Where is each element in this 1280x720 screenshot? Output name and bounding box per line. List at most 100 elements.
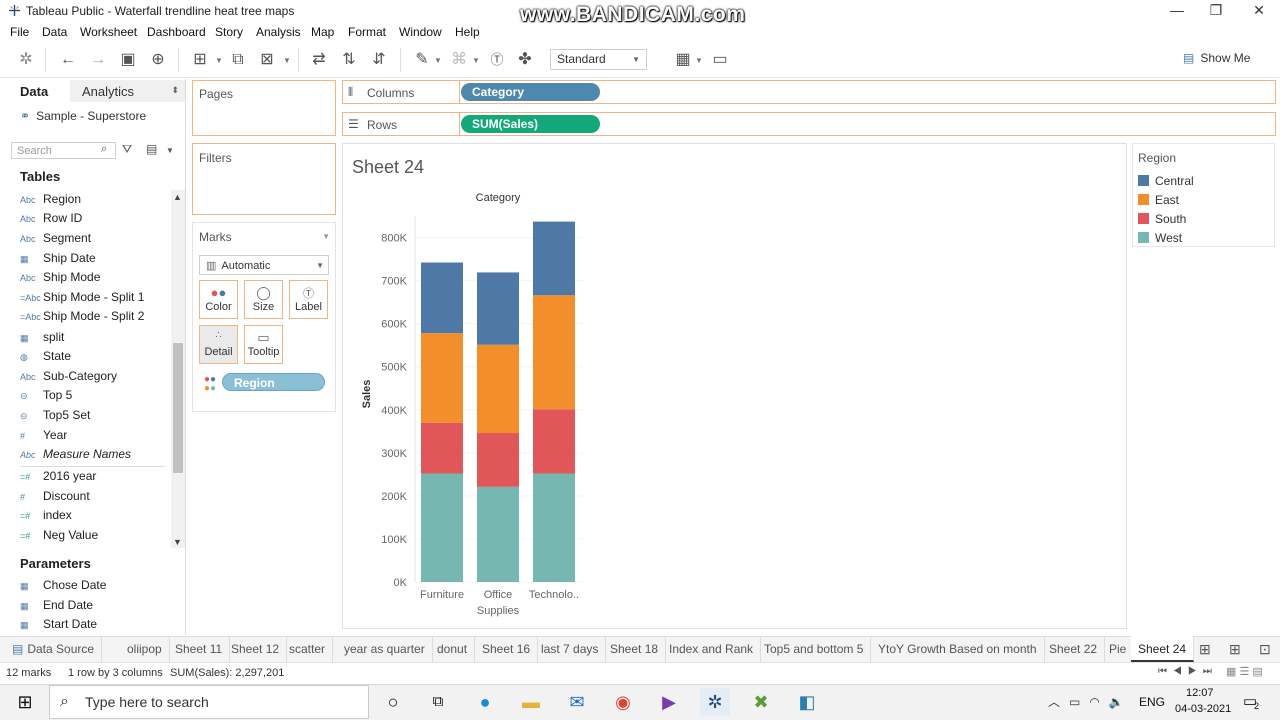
chevron-down-icon[interactable]: ▼ xyxy=(322,232,330,241)
close-button[interactable]: ✕ xyxy=(1244,2,1274,20)
presentation-mode-icon[interactable]: ▦ xyxy=(672,50,694,70)
field-item[interactable]: =# Neg Value xyxy=(20,528,98,547)
show-me-button[interactable]: ▤ Show Me xyxy=(1183,51,1250,65)
maximize-button[interactable]: ❐ xyxy=(1201,2,1231,20)
pages-shelf[interactable]: Pages xyxy=(192,80,336,136)
menu-analysis[interactable]: Analysis xyxy=(256,25,301,39)
field-item[interactable]: Abc Ship Mode xyxy=(20,270,100,289)
tab-year-as-quarter[interactable]: year as quarter xyxy=(337,636,433,662)
bar-segment-central[interactable] xyxy=(477,272,519,345)
menu-format[interactable]: Format xyxy=(348,25,386,39)
fit-dropdown[interactable]: Standard ▼ xyxy=(550,49,647,70)
chevron-down-icon[interactable]: ▼ xyxy=(695,56,703,65)
region-pill[interactable]: Region xyxy=(222,373,325,391)
legend-item-central[interactable]: Central xyxy=(1138,174,1194,192)
label-button[interactable]: Ⓣ Label xyxy=(289,280,328,319)
edge-icon[interactable]: ● xyxy=(470,688,500,716)
field-item[interactable]: # Year xyxy=(20,428,67,447)
bar-segment-east[interactable] xyxy=(421,333,463,423)
field-item[interactable]: # Discount xyxy=(20,489,90,508)
tab-index-and-rank[interactable]: Index and Rank xyxy=(662,636,762,662)
field-item[interactable]: Abc Region xyxy=(20,192,81,211)
tab-top5-and-bottom-5[interactable]: Top5 and bottom 5 xyxy=(757,636,872,662)
parameter-item[interactable]: ▦ Start Date xyxy=(20,617,97,636)
view-options-icon[interactable]: ▤ xyxy=(146,142,157,156)
windows-start-icon[interactable]: ⊞ xyxy=(10,688,40,716)
swap-rows-columns-icon[interactable]: ⇄ xyxy=(308,50,330,70)
detail-button[interactable]: ∴ Detail xyxy=(199,325,238,364)
bar-segment-south[interactable] xyxy=(421,422,463,474)
tableau-home-icon[interactable]: ✲ xyxy=(15,50,37,70)
field-item[interactable]: =# index xyxy=(20,508,72,527)
tab-ytoy-growth[interactable]: YtoY Growth Based on month xyxy=(871,636,1045,662)
menu-dashboard[interactable]: Dashboard xyxy=(147,25,206,39)
bar-segment-south[interactable] xyxy=(477,433,519,487)
group-members-icon[interactable]: ⌘ xyxy=(448,50,470,70)
save-icon[interactable]: ▣ xyxy=(117,50,139,70)
app-icon[interactable]: ✖ xyxy=(746,688,776,716)
tab-data-source[interactable]: ▤ Data Source xyxy=(5,636,103,662)
cortana-icon[interactable]: ○ xyxy=(378,688,408,716)
chevron-down-icon[interactable]: ▼ xyxy=(215,56,223,65)
mail-icon[interactable]: ✉ xyxy=(562,688,592,716)
new-worksheet-icon[interactable]: ⊞ xyxy=(1199,641,1211,658)
task-view-icon[interactable]: ⧉ xyxy=(423,688,453,716)
tab-oliipop[interactable]: oliipop xyxy=(120,636,170,662)
app-icon[interactable]: ◧ xyxy=(792,688,822,716)
size-button[interactable]: ◯ Size xyxy=(244,280,283,319)
tab-analytics[interactable]: Analytics ⬍ xyxy=(70,80,185,102)
bar-segment-east[interactable] xyxy=(533,295,575,410)
filter-icon[interactable]: ⛛ xyxy=(122,142,132,157)
menu-story[interactable]: Story xyxy=(215,25,243,39)
bar-segment-south[interactable] xyxy=(533,409,575,474)
chrome-icon[interactable]: ◉ xyxy=(608,688,638,716)
visual-studio-icon[interactable]: ▶ xyxy=(654,688,684,716)
sort-descending-icon[interactable]: ⇵ xyxy=(368,50,390,70)
field-item[interactable]: Abc Row ID xyxy=(20,211,82,230)
bar-segment-west[interactable] xyxy=(477,486,519,582)
field-item[interactable]: ▦ Ship Date xyxy=(20,251,96,270)
show-cards-icon[interactable]: ▭ xyxy=(709,50,731,70)
chevron-down-icon[interactable]: ▼ xyxy=(283,56,291,65)
tableau-taskbar-icon[interactable]: ✲ xyxy=(700,688,730,716)
undo-icon[interactable]: ← xyxy=(57,50,79,70)
taskbar-search-input[interactable]: Type here to search xyxy=(49,685,369,719)
legend-item-east[interactable]: East xyxy=(1138,193,1179,211)
minimize-button[interactable]: — xyxy=(1162,2,1192,20)
bar-segment-west[interactable] xyxy=(533,473,575,582)
scrollbar-thumb[interactable] xyxy=(173,343,183,473)
view-toggle-icons[interactable]: ▦ ☰ ▤ xyxy=(1226,665,1263,678)
new-worksheet-icon[interactable]: ⊞ xyxy=(189,50,211,70)
chevron-down-icon[interactable]: ▼ xyxy=(166,146,174,155)
clock-time[interactable]: 12:07 xyxy=(1186,687,1214,699)
duplicate-sheet-icon[interactable]: ⧉ xyxy=(227,50,249,70)
language-indicator[interactable]: ENG xyxy=(1139,695,1165,709)
bar-segment-central[interactable] xyxy=(533,221,575,296)
datasource-item[interactable]: ⚭ Sample - Superstore xyxy=(20,109,146,123)
fix-axes-icon[interactable]: ✤ xyxy=(514,50,536,70)
file-explorer-icon[interactable]: ▬ xyxy=(516,688,546,716)
bar-chart[interactable]: Category Sales 0K 100K 200K 300K 400K 500K 600K 7… xyxy=(343,182,643,622)
tab-sheet-22[interactable]: Sheet 22 xyxy=(1042,636,1106,662)
field-item[interactable]: ⊝ Top5 Set xyxy=(20,408,90,427)
menu-window[interactable]: Window xyxy=(399,25,442,39)
sort-ascending-icon[interactable]: ⇅ xyxy=(338,50,360,70)
tab-sheet-24[interactable]: Sheet 24 xyxy=(1131,636,1195,662)
bar-segment-central[interactable] xyxy=(421,262,463,334)
tab-sheet-12[interactable]: Sheet 12 xyxy=(224,636,288,662)
scroll-up-icon[interactable]: ▲ xyxy=(173,192,182,202)
color-button[interactable]: ●● Color xyxy=(199,280,238,319)
sum-sales-pill[interactable]: SUM(Sales) xyxy=(461,115,600,133)
new-story-icon[interactable]: ⊡ xyxy=(1259,641,1271,658)
parameter-item[interactable]: ▦ Chose Date xyxy=(20,578,106,597)
highlight-icon[interactable]: ✎ xyxy=(411,50,433,70)
menu-file[interactable]: File xyxy=(10,25,29,39)
field-item[interactable]: =Abc Ship Mode - Split 2 xyxy=(20,309,144,328)
menu-help[interactable]: Help xyxy=(455,25,480,39)
system-tray-icons[interactable]: ︿▭◠🔈 xyxy=(1048,693,1133,710)
show-labels-icon[interactable]: Ⓣ xyxy=(486,50,508,70)
sheet-navigation-icons[interactable]: ⏮◀▶⏭ xyxy=(1158,666,1218,677)
legend-item-south[interactable]: South xyxy=(1138,212,1186,230)
tooltip-button[interactable]: ▭ Tooltip xyxy=(244,325,283,364)
tab-pie[interactable]: Pie xyxy=(1102,636,1135,662)
